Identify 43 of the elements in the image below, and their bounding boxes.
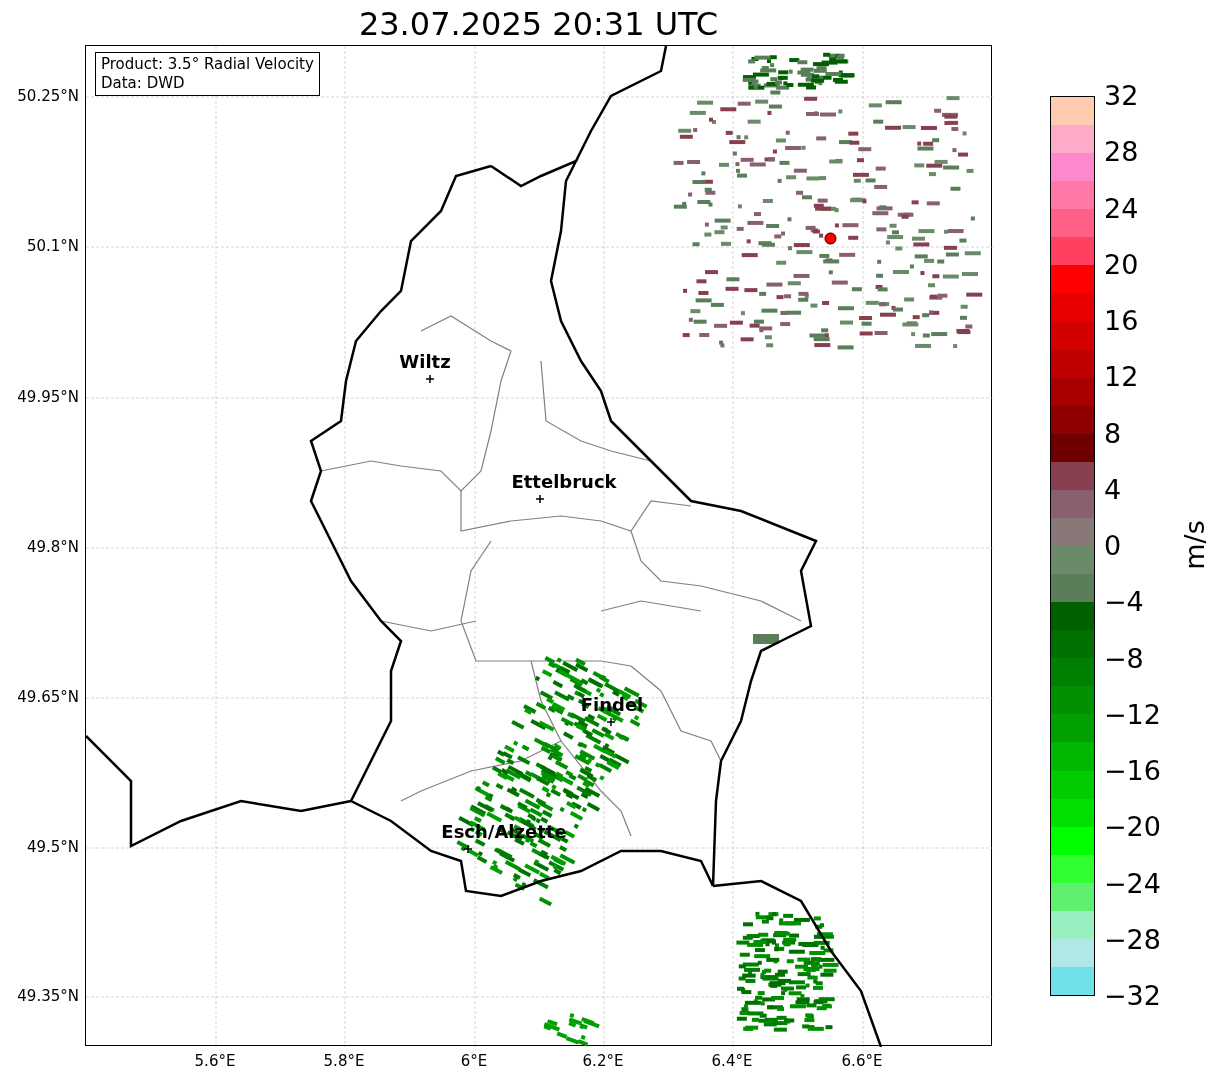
colorbar-tick-label: 4 [1104,474,1122,505]
axis-tick-label: 6.2°E [582,1052,624,1070]
city-marker-icon [607,718,615,726]
radar-site-icon [824,232,837,245]
colorbar-tick-label: −16 [1104,756,1161,786]
city-label: Ettelbruck [511,472,617,492]
colorbar-tick-label: −24 [1104,868,1161,899]
axis-tick-label: 50.25°N [17,87,79,105]
axis-tick-label: 5.6°E [194,1052,236,1070]
colorbar-tick-label: 20 [1104,249,1139,280]
colorbar-axis-label: m/s [1179,520,1207,570]
city-marker-icon [536,495,544,503]
axis-tick-label: 49.5°N [26,838,79,856]
axis-tick-label: 49.65°N [17,688,79,706]
legend-text: Data: DWD [101,74,186,93]
axis-tick-label: 6.4°E [711,1052,753,1070]
axis-tick-label: 49.95°N [17,388,79,406]
radar-echo-drawing [543,1012,600,1047]
colorbar-tick-label: 8 [1104,418,1122,449]
axis-tick-label: 49.8°N [26,538,79,556]
legend-text: Product: 3.5° Radial Velocity [101,55,314,74]
city-marker-icon [426,375,434,383]
axis-tick-label: 6°E [460,1052,488,1070]
colorbar-tick-label: 0 [1104,531,1122,561]
axis-tick-label: 6.6°E [841,1052,883,1070]
colorbar-tick-label: 16 [1104,306,1139,336]
axis-tick-label: 5.8°E [323,1052,365,1070]
city-label: Wiltz [399,352,451,372]
colorbar-tick-label: 24 [1104,193,1139,224]
city-marker-icon [464,845,472,853]
colorbar-tick-label: −20 [1104,812,1161,843]
axis-tick-label: 49.35°N [17,987,79,1005]
colorbar-tick-label: 32 [1104,81,1139,111]
colorbar-tick-label: −4 [1104,587,1144,618]
colorbar-tick-label: −8 [1104,643,1144,674]
colorbar-tick-label: −12 [1104,699,1161,730]
axis-tick-label: 50.1°N [26,237,79,255]
colorbar-tick-label: −32 [1104,981,1161,1011]
radar-echo-drawing [753,634,779,644]
colorbar-tick-label: 28 [1104,137,1139,168]
colorbar-tick-label: −28 [1104,924,1161,955]
chart-title: 23.07.2025 20:31 UTC [357,4,720,44]
colorbar-tick-label: 12 [1104,362,1139,393]
